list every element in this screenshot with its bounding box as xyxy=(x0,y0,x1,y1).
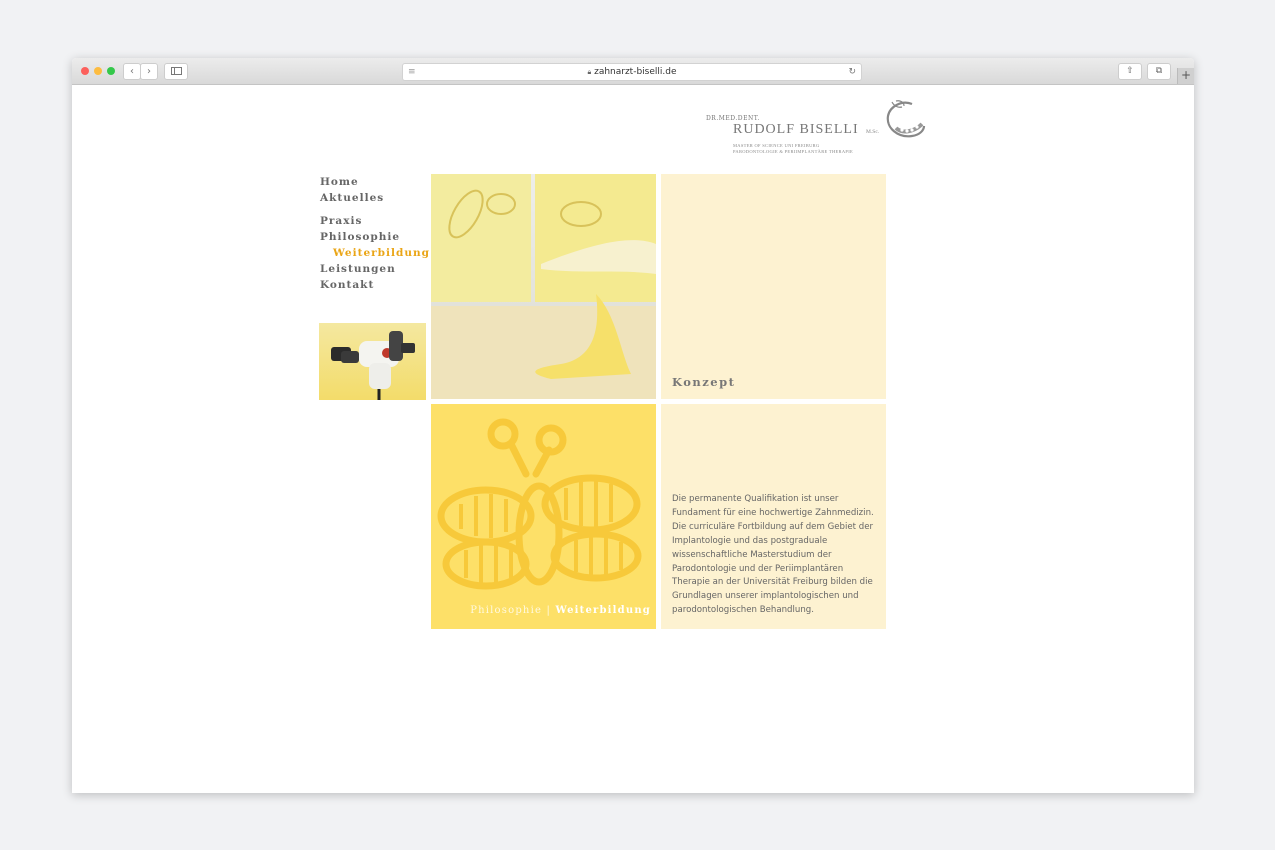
caption-separator: | xyxy=(546,605,552,616)
butterfly-tile: Philosophie | Weiterbildung xyxy=(431,404,656,629)
share-icon[interactable]: ⇧ xyxy=(1118,63,1142,80)
text-tile: Die permanente Qualifikation ist unser F… xyxy=(661,404,886,629)
konzept-title: Konzept xyxy=(672,375,736,389)
logo-prefix: DR.MED.DENT. xyxy=(706,115,760,122)
lines-icon[interactable]: ≡ xyxy=(408,64,416,80)
butterfly-logo-icon xyxy=(886,100,926,138)
microscope-image xyxy=(319,323,426,400)
url-text: zahnarzt-biselli.de xyxy=(594,67,677,77)
practice-photo-illustration xyxy=(431,174,656,399)
sidebar-button[interactable] xyxy=(164,63,188,80)
browser-toolbar: ‹ › ≡ 🔒︎ zahnarzt-biselli.de ↻ ⇧ ⧉ + xyxy=(72,58,1194,85)
address-bar[interactable]: ≡ 🔒︎ zahnarzt-biselli.de ↻ xyxy=(402,63,862,81)
logo-suffix: M.Sc. xyxy=(866,129,880,135)
nav-item-aktuelles[interactable]: Aktuelles xyxy=(320,192,384,204)
nav-item-kontakt[interactable]: Kontakt xyxy=(320,279,374,291)
browser-window: ‹ › ≡ 🔒︎ zahnarzt-biselli.de ↻ ⇧ ⧉ + DR.… xyxy=(72,58,1194,793)
close-window-button[interactable] xyxy=(81,67,89,75)
nav-item-home[interactable]: Home xyxy=(320,176,359,188)
site-logo[interactable]: DR.MED.DENT. RUDOLF BISELLI M.Sc. MASTER… xyxy=(706,98,936,168)
new-tab-button[interactable]: + xyxy=(1177,68,1194,84)
nav-item-praxis[interactable]: Praxis xyxy=(320,215,362,227)
sidebar-icon xyxy=(170,67,182,75)
nav-item-philosophie[interactable]: Philosophie xyxy=(320,231,400,243)
minimize-window-button[interactable] xyxy=(94,67,102,75)
konzept-tile: Konzept xyxy=(661,174,886,399)
body-text: Die permanente Qualifikation ist unser F… xyxy=(672,494,874,616)
back-button[interactable]: ‹ xyxy=(123,63,141,80)
logo-name: RUDOLF BISELLI xyxy=(733,122,859,137)
logo-line2: PARODONTOLOGIE & PERIIMPLANTÄRE THERAPIE xyxy=(733,149,854,154)
logo-line1: MASTER OF SCIENCE UNI FREIBURG xyxy=(733,143,820,148)
practice-photo xyxy=(431,174,656,399)
forward-button[interactable]: › xyxy=(140,63,158,80)
reload-icon[interactable]: ↻ xyxy=(848,64,856,80)
nav-item-weiterbildung[interactable]: Weiterbildung xyxy=(333,247,430,259)
microscope-illustration xyxy=(331,331,415,400)
butterfly-drawing xyxy=(437,418,642,590)
nav-item-leistungen[interactable]: Leistungen xyxy=(320,263,396,275)
lock-icon: 🔒︎ xyxy=(587,68,592,76)
zoom-window-button[interactable] xyxy=(107,67,115,75)
breadcrumb-caption: Philosophie | Weiterbildung xyxy=(470,605,651,616)
tabs-icon[interactable]: ⧉ xyxy=(1147,63,1171,80)
caption-philosophie[interactable]: Philosophie xyxy=(470,605,542,616)
caption-weiterbildung[interactable]: Weiterbildung xyxy=(555,605,651,616)
